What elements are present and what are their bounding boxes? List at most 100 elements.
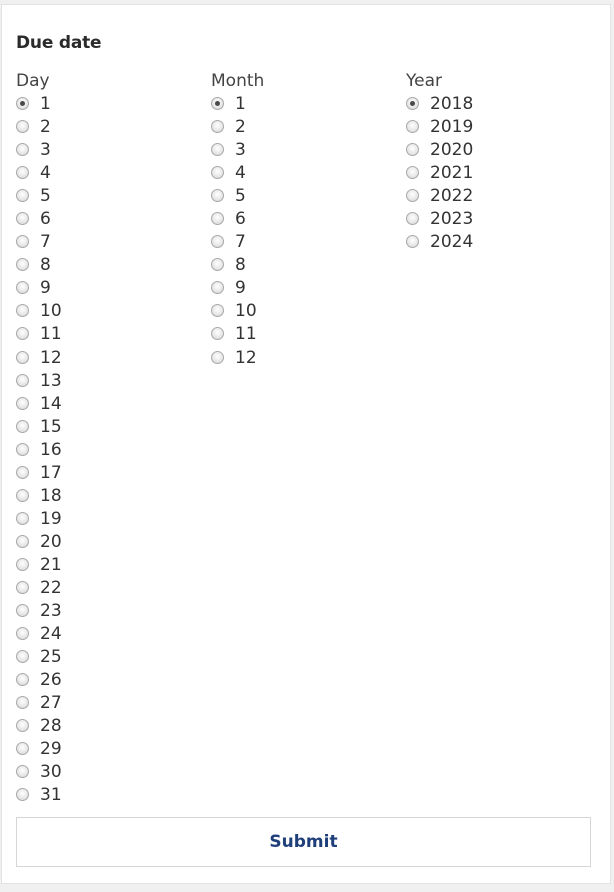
month-option[interactable]: 4 [211, 162, 264, 185]
day-option[interactable]: 9 [16, 277, 51, 300]
day-option[interactable]: 1 [16, 93, 51, 116]
month-option[interactable]: 2 [211, 116, 264, 139]
year-radio[interactable] [406, 212, 419, 226]
day-radio[interactable] [16, 442, 29, 456]
day-radio[interactable] [16, 166, 29, 180]
day-radio[interactable] [16, 534, 29, 548]
year-option[interactable]: 2018 [406, 93, 473, 116]
day-radio[interactable] [16, 143, 29, 157]
day-option[interactable]: 6 [16, 208, 51, 231]
day-radio[interactable] [16, 488, 29, 502]
month-radio[interactable] [211, 304, 224, 318]
day-radio[interactable] [16, 373, 29, 387]
year-radio[interactable] [406, 235, 419, 249]
day-radio[interactable] [16, 327, 29, 341]
day-option[interactable]: 12 [16, 347, 62, 370]
day-radio[interactable] [16, 189, 29, 203]
day-option[interactable]: 28 [16, 715, 62, 738]
day-option[interactable]: 2 [16, 116, 51, 139]
month-option[interactable]: 6 [211, 208, 264, 231]
year-option[interactable]: 2023 [406, 208, 473, 231]
year-option[interactable]: 2021 [406, 162, 473, 185]
day-radio[interactable] [16, 604, 29, 618]
day-option[interactable]: 17 [16, 462, 62, 485]
year-option[interactable]: 2024 [406, 231, 473, 254]
year-radio[interactable] [406, 166, 419, 180]
month-radio-checked[interactable] [211, 97, 224, 110]
day-radio[interactable] [16, 120, 29, 134]
day-option[interactable]: 16 [16, 439, 62, 462]
day-option[interactable]: 7 [16, 231, 51, 254]
month-radio[interactable] [211, 212, 224, 226]
day-option[interactable]: 13 [16, 370, 62, 393]
year-radio-checked[interactable] [406, 97, 419, 110]
day-option[interactable]: 31 [16, 784, 62, 807]
day-radio[interactable] [16, 465, 29, 479]
day-option[interactable]: 26 [16, 669, 62, 692]
year-radio[interactable] [406, 189, 419, 203]
day-radio[interactable] [16, 350, 29, 364]
month-option[interactable]: 7 [211, 231, 264, 254]
month-radio[interactable] [211, 350, 224, 364]
day-option[interactable]: 19 [16, 508, 62, 531]
month-option[interactable]: 10 [211, 300, 264, 323]
day-option[interactable]: 23 [16, 600, 62, 623]
day-radio[interactable] [16, 281, 29, 295]
year-radio[interactable] [406, 120, 419, 134]
month-option[interactable]: 11 [211, 323, 264, 346]
day-radio[interactable] [16, 511, 29, 525]
day-option[interactable]: 27 [16, 692, 62, 715]
day-radio[interactable] [16, 696, 29, 710]
day-radio[interactable] [16, 304, 29, 318]
day-option[interactable]: 20 [16, 531, 62, 554]
day-option[interactable]: 29 [16, 738, 62, 761]
day-option[interactable]: 11 [16, 323, 62, 346]
day-option[interactable]: 30 [16, 761, 62, 784]
day-radio[interactable] [16, 627, 29, 641]
month-radio[interactable] [211, 281, 224, 295]
day-radio[interactable] [16, 212, 29, 226]
day-option[interactable]: 14 [16, 393, 62, 416]
month-option[interactable]: 5 [211, 185, 264, 208]
day-radio[interactable] [16, 673, 29, 687]
month-option[interactable]: 3 [211, 139, 264, 162]
day-radio[interactable] [16, 258, 29, 272]
day-option[interactable]: 25 [16, 646, 62, 669]
day-radio-checked[interactable] [16, 97, 29, 110]
year-option[interactable]: 2020 [406, 139, 473, 162]
day-radio[interactable] [16, 788, 29, 802]
year-radio[interactable] [406, 143, 419, 157]
month-option[interactable]: 8 [211, 254, 264, 277]
day-radio[interactable] [16, 650, 29, 664]
day-radio[interactable] [16, 235, 29, 249]
month-radio[interactable] [211, 235, 224, 249]
day-radio[interactable] [16, 396, 29, 410]
month-radio[interactable] [211, 120, 224, 134]
year-option[interactable]: 2022 [406, 185, 473, 208]
month-radio[interactable] [211, 143, 224, 157]
month-radio[interactable] [211, 258, 224, 272]
day-option[interactable]: 3 [16, 139, 51, 162]
day-option[interactable]: 5 [16, 185, 51, 208]
day-radio[interactable] [16, 742, 29, 756]
day-option[interactable]: 10 [16, 300, 62, 323]
day-radio[interactable] [16, 719, 29, 733]
month-radio[interactable] [211, 166, 224, 180]
day-option[interactable]: 8 [16, 254, 51, 277]
month-option[interactable]: 1 [211, 93, 264, 116]
day-option[interactable]: 4 [16, 162, 51, 185]
day-option[interactable]: 21 [16, 554, 62, 577]
month-option[interactable]: 12 [211, 347, 264, 370]
day-option[interactable]: 24 [16, 623, 62, 646]
submit-button[interactable]: Submit [16, 817, 591, 867]
month-radio[interactable] [211, 327, 224, 341]
day-radio[interactable] [16, 419, 29, 433]
day-radio[interactable] [16, 765, 29, 779]
month-option[interactable]: 9 [211, 277, 264, 300]
year-option[interactable]: 2019 [406, 116, 473, 139]
day-radio[interactable] [16, 557, 29, 571]
month-radio[interactable] [211, 189, 224, 203]
day-option[interactable]: 15 [16, 416, 62, 439]
day-option[interactable]: 22 [16, 577, 62, 600]
day-radio[interactable] [16, 580, 29, 594]
